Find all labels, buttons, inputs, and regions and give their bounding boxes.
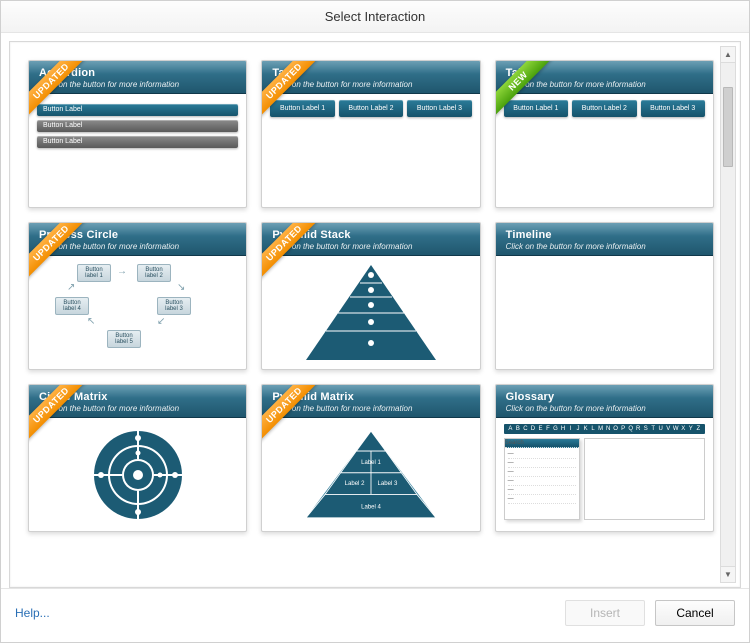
card-header: Timeline Click on the button for more in… xyxy=(496,223,713,256)
card-subtitle: Click on the button for more information xyxy=(506,80,703,89)
card-subtitle: Click on the button for more information xyxy=(39,404,236,413)
card-tabs-new[interactable]: NEW Tabs Click on the button for more in… xyxy=(495,60,714,208)
card-pyramid-matrix[interactable]: UPDATED Pyramid Matrix Click on the butt… xyxy=(261,384,480,532)
card-subtitle: Click on the button for more information xyxy=(272,242,469,251)
glossary-letter: D xyxy=(529,426,537,432)
pyramid-matrix-icon: Label 1 Label 2 Label 3 Label 4 xyxy=(306,427,436,522)
card-title: Timeline xyxy=(506,229,703,241)
glossary-list-header: Search xyxy=(505,439,580,448)
glossary-letter: B xyxy=(514,426,522,432)
glossary-letter: Q xyxy=(627,426,635,432)
card-glossary[interactable]: Glossary Click on the button for more in… xyxy=(495,384,714,532)
accordion-bar: Button Label xyxy=(37,104,238,116)
card-circle-matrix[interactable]: UPDATED Circle Matrix Click on the butto… xyxy=(28,384,247,532)
process-node: Button label 2 xyxy=(137,264,171,282)
glossary-letter: O xyxy=(612,426,620,432)
card-header: Glossary Click on the button for more in… xyxy=(496,385,713,418)
glossary-letter: R xyxy=(634,426,642,432)
tab-button: Button Label 3 xyxy=(641,100,705,117)
glossary-letter: W xyxy=(672,426,680,432)
insert-button: Insert xyxy=(565,600,645,626)
cancel-button[interactable]: Cancel xyxy=(655,600,735,626)
card-subtitle: Click on the button for more information xyxy=(506,404,703,413)
tab-button: Button Label 3 xyxy=(407,100,471,117)
card-subtitle: Click on the button for more information xyxy=(272,404,469,413)
svg-text:Label 3: Label 3 xyxy=(378,480,398,486)
pyramid-icon xyxy=(306,265,436,360)
glossary-letter: Y xyxy=(687,426,695,432)
help-link[interactable]: Help... xyxy=(15,606,50,620)
card-body xyxy=(29,418,246,530)
glossary-letter: V xyxy=(664,426,672,432)
glossary-letter: I xyxy=(567,426,575,432)
glossary-letter: N xyxy=(604,426,612,432)
glossary-letter: X xyxy=(680,426,688,432)
card-subtitle: Click on the button for more information xyxy=(39,80,236,89)
arrow-icon: ↘ xyxy=(177,282,185,293)
glossary-letter: A xyxy=(507,426,515,432)
glossary-letter: T xyxy=(649,426,657,432)
glossary-letter: H xyxy=(559,426,567,432)
card-subtitle: Click on the button for more information xyxy=(506,242,703,251)
glossary-letter: Z xyxy=(695,426,703,432)
vertical-scrollbar[interactable]: ▲ ▼ xyxy=(720,46,736,583)
card-body: Button Label 1 Button Label 2 Button Lab… xyxy=(262,94,479,206)
card-body xyxy=(496,256,713,370)
arrow-icon: ↙ xyxy=(157,316,165,327)
tab-button: Button Label 2 xyxy=(339,100,403,117)
scroll-area: UPDATED Accordion Click on the button fo… xyxy=(9,41,741,588)
circle-matrix-icon xyxy=(83,427,193,522)
scroll-thumb[interactable] xyxy=(723,87,733,167)
process-node: Button label 1 xyxy=(77,264,111,282)
tab-button: Button Label 2 xyxy=(572,100,636,117)
process-node: Button label 4 xyxy=(55,297,89,315)
tab-button: Button Label 1 xyxy=(270,100,334,117)
scroll-down-button[interactable]: ▼ xyxy=(721,566,735,582)
glossary-letter: K xyxy=(582,426,590,432)
card-body: Button Label Button Label Button Label xyxy=(29,94,246,206)
card-pyramid-stack[interactable]: UPDATED Pyramid Stack Click on the butto… xyxy=(261,222,480,370)
glossary-letter: C xyxy=(522,426,530,432)
card-body: Button Label 1 Button Label 2 Button Lab… xyxy=(496,94,713,206)
glossary-az-row: ABCDEFGHIJKLMNOPQRSTUVWXYZ xyxy=(504,424,705,434)
glossary-letter: E xyxy=(537,426,545,432)
dialog-title: Select Interaction xyxy=(1,1,749,33)
card-process-circle[interactable]: UPDATED Process Circle Click on the butt… xyxy=(28,222,247,370)
accordion-bar: Button Label xyxy=(37,120,238,132)
svg-text:Label 1: Label 1 xyxy=(361,460,381,466)
scroll-up-button[interactable]: ▲ xyxy=(721,47,735,63)
card-accordion[interactable]: UPDATED Accordion Click on the button fo… xyxy=(28,60,247,208)
glossary-letter: G xyxy=(552,426,560,432)
arrow-icon: → xyxy=(117,266,127,277)
arrow-icon: ↗ xyxy=(67,282,75,293)
svg-text:Label 2: Label 2 xyxy=(345,480,365,486)
glossary-list: Search —————— xyxy=(504,438,581,520)
glossary-letter: S xyxy=(642,426,650,432)
arrow-icon: ↖ xyxy=(87,316,95,327)
glossary-letter: P xyxy=(619,426,627,432)
glossary-definition xyxy=(584,438,705,520)
card-title: Glossary xyxy=(506,391,703,403)
dialog-footer: Help... Insert Cancel xyxy=(1,588,749,636)
accordion-bar: Button Label xyxy=(37,136,238,148)
svg-text:Label 4: Label 4 xyxy=(361,504,381,510)
card-body: ABCDEFGHIJKLMNOPQRSTUVWXYZ Search —————— xyxy=(496,418,713,530)
process-node: Button label 5 xyxy=(107,330,141,348)
card-subtitle: Click on the button for more information xyxy=(272,80,469,89)
card-subtitle: Click on the button for more information xyxy=(39,242,236,251)
glossary-letter: L xyxy=(589,426,597,432)
interaction-grid: UPDATED Accordion Click on the button fo… xyxy=(10,42,740,550)
card-body: Label 1 Label 2 Label 3 Label 4 xyxy=(262,418,479,530)
card-timeline[interactable]: Timeline Click on the button for more in… xyxy=(495,222,714,370)
content-area: UPDATED Accordion Click on the button fo… xyxy=(1,33,749,588)
glossary-letter: F xyxy=(544,426,552,432)
process-node: Button label 3 xyxy=(157,297,191,315)
card-body xyxy=(262,256,479,368)
card-body: Button label 1 Button label 2 Button lab… xyxy=(29,256,246,368)
glossary-letter: M xyxy=(597,426,605,432)
glossary-letter: J xyxy=(574,426,582,432)
card-tabs[interactable]: UPDATED Tabs Click on the button for mor… xyxy=(261,60,480,208)
glossary-letter: U xyxy=(657,426,665,432)
tab-button: Button Label 1 xyxy=(504,100,568,117)
